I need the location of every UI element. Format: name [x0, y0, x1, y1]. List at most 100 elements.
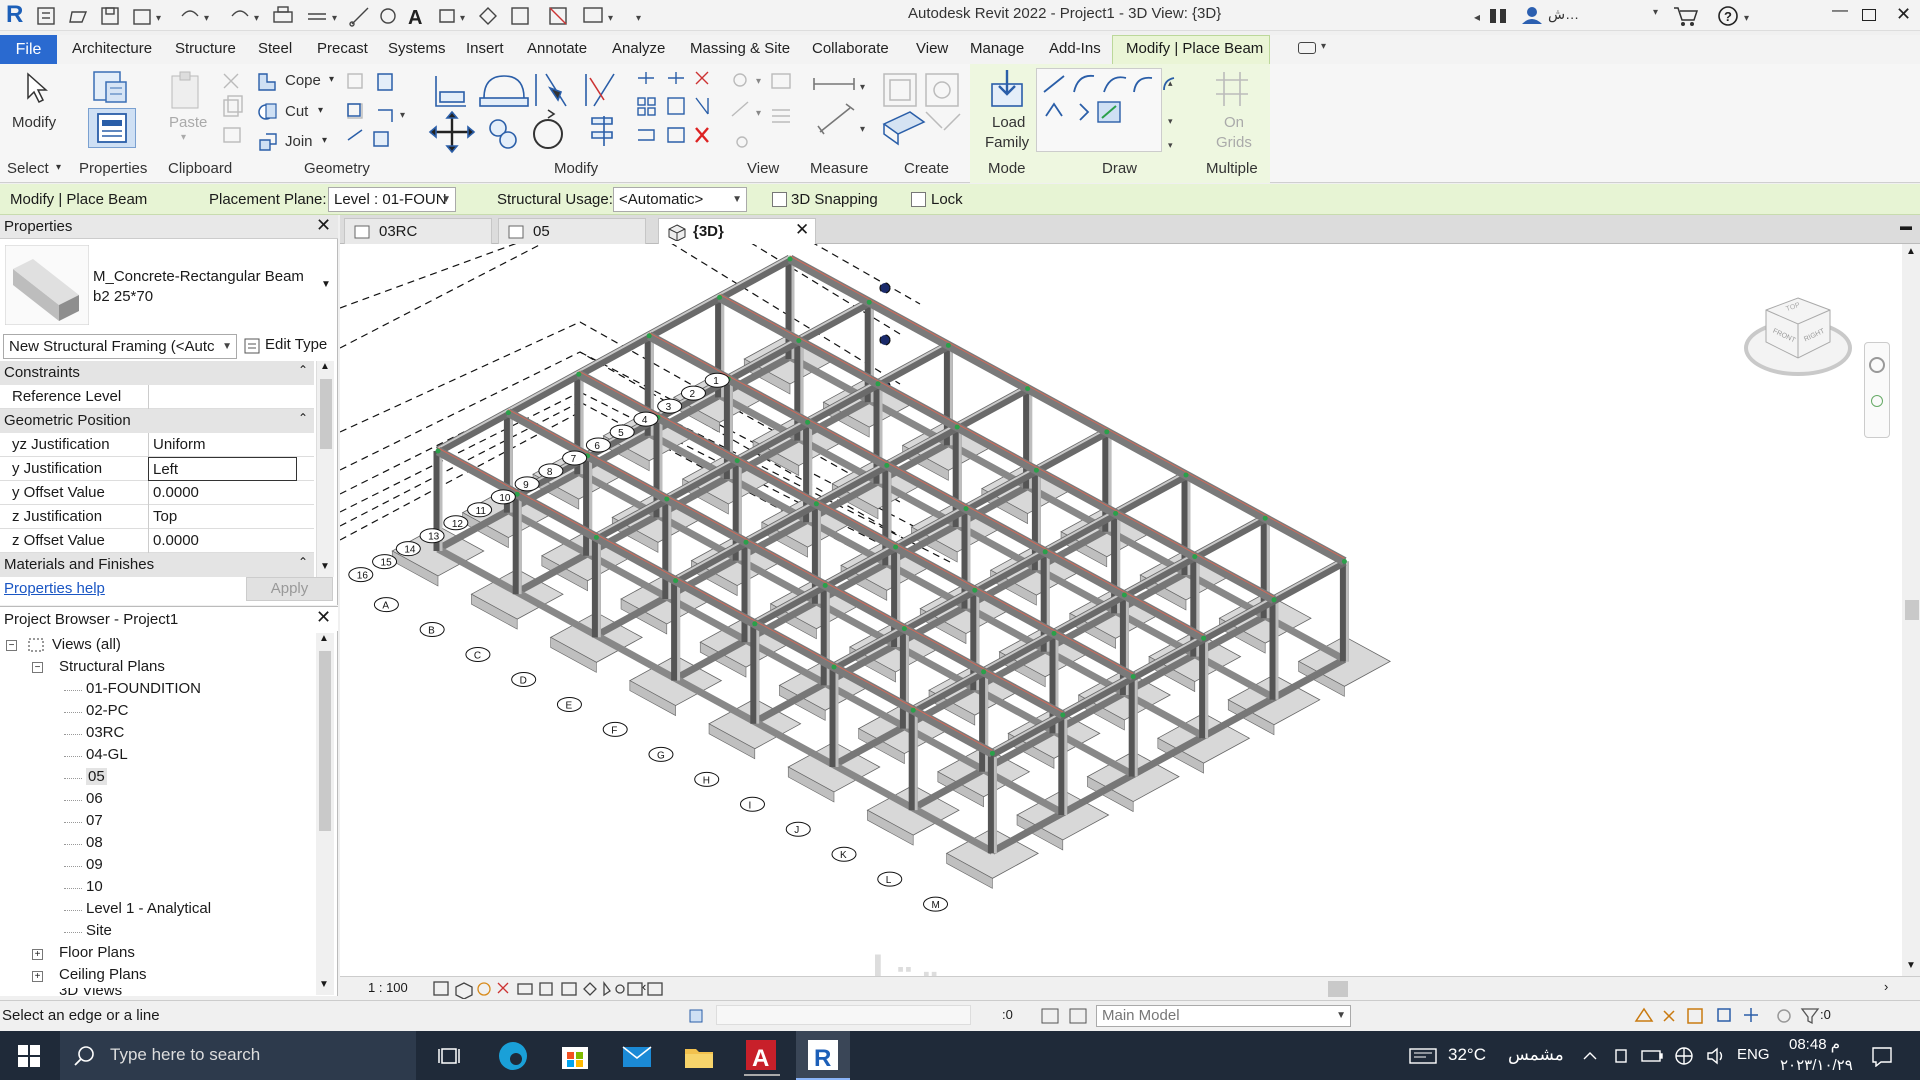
clock-time[interactable]: 08:48 م	[1789, 1035, 1840, 1053]
close-icon[interactable]: ✕	[316, 215, 331, 236]
tree-plan-item[interactable]: 04-GL	[86, 746, 128, 763]
tree-views-all[interactable]: Views (all)	[52, 636, 121, 653]
scroll-up-icon[interactable]: ▲	[320, 361, 330, 372]
expand-icon[interactable]: +	[32, 971, 43, 982]
group-constraints[interactable]: Constraints ⌃	[0, 361, 314, 385]
view-tools-icons[interactable]: ▾▾	[728, 70, 796, 156]
scroll-up-icon[interactable]: ▲	[319, 633, 329, 644]
scroll-down-icon[interactable]: ▼	[320, 561, 330, 572]
cope-arrow[interactable]: ▾	[329, 74, 334, 85]
cut-arrow[interactable]: ▾	[318, 105, 323, 116]
join-arrow[interactable]: ▾	[322, 135, 327, 146]
navigation-bar[interactable]	[1864, 342, 1890, 438]
language-indicator[interactable]: ENG	[1737, 1046, 1770, 1063]
apply-button[interactable]: Apply	[246, 577, 333, 601]
instance-filter-select[interactable]: New Structural Framing (<Autc ▼	[3, 334, 237, 359]
close-icon[interactable]: ✕	[795, 220, 809, 240]
tab-systems[interactable]: Systems	[388, 40, 446, 57]
property-value[interactable]: 0.0000	[148, 481, 297, 505]
select-dropdown[interactable]: Select	[7, 160, 49, 177]
type-properties-icon[interactable]	[90, 68, 130, 104]
tab-add-ins[interactable]: Add-Ins	[1049, 40, 1101, 57]
design-option-select[interactable]: Main Model ▼	[1096, 1005, 1351, 1027]
collapse-icon[interactable]: ⌃	[298, 411, 308, 425]
structural-model[interactable]: 12345678910111213141516ABCDEFGHIJKLM	[340, 244, 1920, 976]
property-row[interactable]: z Offset Value 0.0000	[0, 529, 314, 553]
cart-icon[interactable]	[1672, 4, 1698, 28]
zoom-icon[interactable]	[1871, 395, 1883, 407]
group-materials[interactable]: Materials and Finishes ⌃	[0, 553, 314, 577]
tree-plan-item[interactable]: Site	[86, 922, 112, 939]
tab-steel[interactable]: Steel	[258, 40, 292, 57]
view-tab-3d[interactable]: {3D} ✕	[658, 218, 816, 244]
cope-icon[interactable]	[256, 70, 280, 92]
property-value[interactable]	[148, 385, 297, 409]
task-view-icon[interactable]	[438, 1045, 462, 1067]
expand-icon[interactable]: +	[32, 949, 43, 960]
load-family-button-line2[interactable]: Family	[985, 134, 1029, 151]
tab-manage[interactable]: Manage	[970, 40, 1024, 57]
paste-button[interactable]: Paste	[169, 114, 207, 131]
properties-help-link[interactable]: Properties help	[4, 580, 105, 597]
group-geometric-position[interactable]: Geometric Position ⌃	[0, 409, 314, 433]
taskbar-search-box[interactable]: Type here to search	[60, 1031, 416, 1080]
workset-combo[interactable]	[716, 1005, 971, 1025]
level-head-marker[interactable]	[879, 282, 891, 294]
canvas-vertical-scrollbar[interactable]: ▲ ▼	[1902, 244, 1920, 976]
user-name[interactable]: ش…	[1548, 6, 1579, 23]
tab-massing-site[interactable]: Massing & Site	[690, 40, 790, 57]
property-row[interactable]: y Offset Value 0.0000	[0, 481, 314, 505]
modify-arrow-icon[interactable]	[22, 70, 50, 104]
cut-button[interactable]: Cut	[285, 103, 308, 120]
tree-plan-item[interactable]: 05	[86, 768, 107, 785]
level-head-marker[interactable]	[879, 334, 891, 346]
scroll-down-icon[interactable]: ▼	[1906, 960, 1916, 971]
draw-tools-icons[interactable]: ▴ ▾ ▾	[1040, 72, 1180, 154]
tree-floor-plans[interactable]: Floor Plans	[59, 944, 135, 961]
horizontal-scroll-right[interactable]: ›	[1884, 979, 1888, 994]
collapse-icon[interactable]: −	[6, 640, 17, 651]
autocad-icon[interactable]: A	[744, 1036, 780, 1076]
3d-snapping-checkbox[interactable]	[772, 192, 787, 207]
clock-date[interactable]: ٢٠٢٣/١٠/٢٩	[1780, 1056, 1853, 1074]
ribbon-options-toggle[interactable]	[1298, 42, 1316, 54]
property-value[interactable]: Top	[148, 505, 297, 529]
weather-temp[interactable]: 32°C	[1448, 1045, 1486, 1065]
clipboard-small-icons[interactable]	[218, 70, 248, 154]
type-selector-arrow[interactable]: ▼	[321, 279, 331, 290]
browser-scrollbar[interactable]: ▲ ▼	[316, 633, 334, 995]
tab-insert[interactable]: Insert	[466, 40, 504, 57]
cut-geometry-icon[interactable]	[256, 100, 280, 122]
tree-plan-item[interactable]: Level 1 - Analytical	[86, 900, 211, 917]
scale-selector[interactable]: 1 : 100	[368, 980, 408, 995]
microsoft-store-icon[interactable]	[558, 1039, 592, 1073]
property-row[interactable]: yz Justification Uniform	[0, 433, 314, 457]
edit-type-button[interactable]: Edit Type	[265, 336, 327, 353]
collapse-icon[interactable]: ⌃	[298, 555, 308, 569]
property-value[interactable]: Uniform	[148, 433, 297, 457]
beam[interactable]	[435, 255, 793, 455]
quick-access-toolbar[interactable]: ▾ ▾ ▾ ▾ A ▾ ▾ ▾	[36, 4, 656, 28]
tab-file[interactable]: File	[0, 35, 57, 64]
weather-condition[interactable]: مشمس	[1508, 1045, 1564, 1065]
tray-icons[interactable]	[1580, 1045, 1746, 1067]
minimize-button[interactable]: —	[1832, 2, 1848, 20]
geometry-small-icons[interactable]: ▾	[344, 70, 414, 156]
tree-3d-views-partial[interactable]: 3D Views	[59, 988, 139, 996]
tree-plan-item[interactable]: 10	[86, 878, 103, 895]
tab-collaborate[interactable]: Collaborate	[812, 40, 889, 57]
weather-icon[interactable]	[1408, 1045, 1438, 1067]
grid-bubble[interactable]	[739, 796, 765, 812]
property-row[interactable]: y Justification Left	[0, 457, 314, 481]
tree-plan-item[interactable]: 08	[86, 834, 103, 851]
scroll-down-icon[interactable]: ▼	[319, 979, 329, 990]
tree-plan-item[interactable]: 07	[86, 812, 103, 829]
tab-modify-place-beam[interactable]: Modify | Place Beam	[1112, 35, 1270, 64]
load-family-icon[interactable]	[988, 68, 1028, 110]
property-row[interactable]: z Justification Top	[0, 505, 314, 529]
tree-plan-item[interactable]: 01-FOUNDITION	[86, 680, 201, 697]
measure-icons[interactable]: ▾▾	[810, 70, 876, 156]
join-button[interactable]: Join	[285, 133, 313, 150]
selection-toggle-icons[interactable]	[1632, 1005, 1822, 1027]
view-tab-03rc[interactable]: 03RC	[344, 218, 492, 244]
